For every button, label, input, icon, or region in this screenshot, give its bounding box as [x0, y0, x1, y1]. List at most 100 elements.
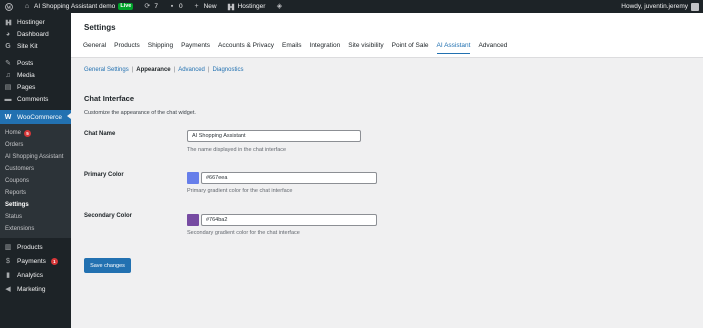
sidebar-item-label: Payments	[17, 257, 46, 265]
diamond-link[interactable]: ◈	[270, 0, 288, 13]
wordpress-icon: W	[5, 2, 13, 11]
hostinger-label: Hostinger	[237, 3, 266, 10]
submenu-item-status[interactable]: Status	[0, 211, 71, 223]
sidebar-item-dashboard[interactable]: ◕ Dashboard	[0, 28, 71, 40]
submenu-item-coupons[interactable]: Coupons	[0, 175, 71, 187]
hostinger-icon	[4, 18, 12, 26]
settings-tabs: General Products Shipping Payments Accou…	[83, 42, 507, 54]
sidebar-item-media[interactable]: ♫ Media	[0, 69, 71, 81]
tab-site-visibility[interactable]: Site visibility	[348, 42, 383, 54]
sidebar-item-hostinger[interactable]: Hostinger	[0, 16, 71, 28]
admin-sidebar: Hostinger ◕ Dashboard G Site Kit ✎ Posts…	[0, 13, 71, 328]
payments-count-badge: 1	[50, 257, 58, 265]
submenu-item-label: Status	[5, 214, 23, 220]
svg-text:W: W	[7, 5, 12, 10]
secondary-color-description: Secondary gradient color for the chat in…	[187, 230, 300, 236]
sidebar-item-label: Posts	[17, 59, 34, 67]
submenu-item-label: AI Shopping Assistant	[5, 154, 64, 160]
tab-ai-assistant[interactable]: AI Assistant	[436, 42, 471, 54]
updates-count: 7	[154, 3, 158, 10]
updates-link[interactable]: ⟳ 7	[138, 0, 163, 13]
my-account[interactable]: Howdy, juventin.jeremy	[621, 2, 703, 11]
home-icon: ⌂	[24, 3, 30, 10]
sidebar-item-label: Hostinger	[17, 18, 45, 26]
dollar-icon: $	[6, 257, 10, 265]
subnav-general-settings[interactable]: General Settings	[84, 67, 129, 73]
media-icon: ♫	[5, 71, 11, 79]
plus-icon: +	[194, 3, 199, 10]
archive-icon: ▥	[4, 244, 12, 251]
submenu-item-customers[interactable]: Customers	[0, 163, 71, 175]
woocommerce-icon: W	[4, 113, 12, 121]
subnav-appearance[interactable]: Appearance	[136, 67, 170, 73]
tab-integration[interactable]: Integration	[310, 42, 341, 54]
submenu-item-extensions[interactable]: Extensions	[0, 223, 71, 235]
submenu-item-ai-shopping-assistant[interactable]: AI Shopping Assistant	[0, 151, 71, 163]
site-name-link[interactable]: ⌂ AI Shopping Assistant demo Live	[18, 0, 138, 13]
dashboard-icon: ◕	[5, 30, 11, 38]
primary-color-input[interactable]: #667eea	[201, 172, 377, 184]
submenu-item-label: Customers	[5, 166, 35, 172]
sidebar-item-comments[interactable]: ▬ Comments	[0, 93, 71, 105]
greeting: Howdy, juventin.jeremy	[621, 3, 688, 10]
submenu-item-label: Settings	[5, 202, 29, 208]
hostinger-icon	[227, 3, 235, 11]
secondary-color-input[interactable]: #764ba2	[201, 214, 377, 226]
primary-color-label: Primary Color	[84, 172, 124, 178]
google-icon: G	[5, 42, 11, 50]
comments-count: 0	[178, 3, 183, 10]
chat-name-input[interactable]: AI Shopping Assistant	[187, 130, 361, 142]
submenu-item-settings[interactable]: Settings	[0, 199, 71, 211]
live-badge: Live	[118, 3, 134, 10]
comments-link[interactable]: ▪ 0	[163, 0, 188, 13]
tab-general[interactable]: General	[83, 42, 106, 54]
sidebar-item-marketing[interactable]: ◀ Marketing	[0, 282, 71, 296]
submenu-item-label: Home	[5, 130, 22, 136]
settings-content: General Settings | Appearance | Advanced…	[71, 58, 703, 328]
sidebar-item-label: Marketing	[17, 285, 46, 293]
tab-shipping[interactable]: Shipping	[148, 42, 173, 54]
tab-products[interactable]: Products	[114, 42, 140, 54]
chat-name-description: The name displayed in the chat interface	[187, 147, 287, 153]
tab-advanced[interactable]: Advanced	[478, 42, 507, 54]
sidebar-item-pages[interactable]: ▤ Pages	[0, 81, 71, 93]
submenu-item-home[interactable]: Home 5	[0, 127, 71, 139]
new-content-link[interactable]: + New	[188, 0, 222, 13]
home-count-badge: 5	[24, 129, 32, 137]
sidebar-item-label: Dashboard	[17, 30, 49, 38]
primary-color-swatch[interactable]	[187, 172, 199, 184]
submenu-item-label: Reports	[5, 190, 27, 196]
sidebar-item-label: Media	[17, 71, 35, 79]
submenu-item-orders[interactable]: Orders	[0, 139, 71, 151]
submenu-item-reports[interactable]: Reports	[0, 187, 71, 199]
tab-point-of-sale[interactable]: Point of Sale	[392, 42, 429, 54]
secondary-color-swatch[interactable]	[187, 214, 199, 226]
tab-emails[interactable]: Emails	[282, 42, 302, 54]
new-label: New	[203, 3, 217, 10]
sidebar-item-sitekit[interactable]: G Site Kit	[0, 40, 71, 52]
admin-bar: W ⌂ AI Shopping Assistant demo Live ⟳ 7 …	[0, 0, 703, 13]
wordpress-logo-button[interactable]: W	[0, 0, 18, 13]
hostinger-link[interactable]: Hostinger	[222, 0, 271, 13]
sidebar-item-analytics[interactable]: ▮ Analytics	[0, 268, 71, 282]
subnav-advanced[interactable]: Advanced	[178, 67, 205, 73]
diamond-icon: ◈	[276, 3, 283, 10]
subnav-separator: |	[131, 67, 134, 73]
sidebar-item-posts[interactable]: ✎ Posts	[0, 57, 71, 69]
settings-header: Settings General Products Shipping Payme…	[71, 13, 703, 58]
tab-payments[interactable]: Payments	[181, 42, 210, 54]
sidebar-item-products[interactable]: ▥ Products	[0, 240, 71, 254]
bar-chart-icon: ▮	[6, 272, 10, 279]
section-subnav: General Settings | Appearance | Advanced…	[84, 67, 243, 73]
save-changes-button[interactable]: Save changes	[84, 258, 131, 273]
sidebar-item-payments[interactable]: $ Payments 1	[0, 254, 71, 268]
woocommerce-submenu: Home 5 Orders AI Shopping Assistant Cust…	[0, 124, 71, 238]
section-description: Customize the appearance of the chat wid…	[84, 110, 196, 116]
sidebar-item-label: Analytics	[17, 271, 44, 279]
avatar	[691, 2, 699, 11]
tab-accounts-privacy[interactable]: Accounts & Privacy	[218, 42, 274, 54]
refresh-icon: ⟳	[144, 3, 151, 10]
subnav-separator: |	[207, 67, 210, 73]
subnav-diagnostics[interactable]: Diagnostics	[212, 67, 243, 73]
sidebar-item-woocommerce[interactable]: W WooCommerce	[0, 110, 71, 124]
